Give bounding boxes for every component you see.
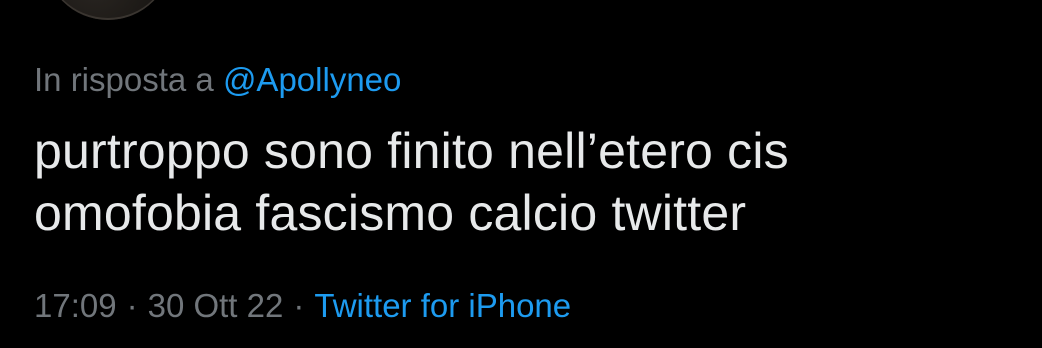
tweet-text: purtroppo sono finito nell’etero cis omof… [34, 120, 1024, 244]
tweet-date[interactable]: 30 Ott 22 [148, 287, 284, 324]
reply-prefix: In risposta a [34, 61, 214, 98]
reply-mention-link[interactable]: @Apollyneo [223, 61, 401, 98]
reply-context: In risposta a @Apollyneo [34, 58, 401, 102]
separator-dot: · [126, 287, 138, 324]
tweet-text-line-2: omofobia fascismo calcio twitter [34, 185, 747, 241]
tweet-text-line-1: purtroppo sono finito nell’etero cis [34, 123, 789, 179]
display-name-cropped[interactable] [298, 0, 388, 4]
tweet-source-link[interactable]: Twitter for iPhone [314, 287, 571, 324]
separator-dot: · [293, 287, 305, 324]
avatar[interactable] [44, 0, 172, 20]
tweet-metadata: 17:09 · 30 Ott 22 · Twitter for iPhone [34, 284, 571, 328]
tweet-time[interactable]: 17:09 [34, 287, 117, 324]
